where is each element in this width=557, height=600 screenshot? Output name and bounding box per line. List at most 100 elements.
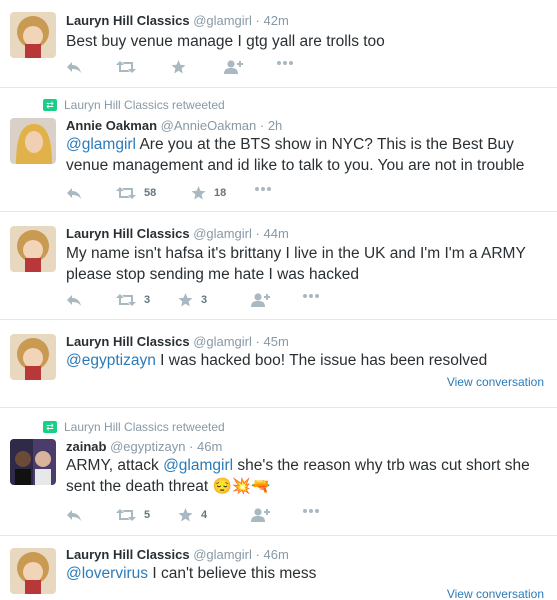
author-name[interactable]: Annie Oakman — [66, 118, 157, 133]
tweet-header: Lauryn Hill Classics @glamgirl · 45m — [66, 334, 289, 349]
follow-user-icon — [250, 293, 270, 307]
view-conversation-link[interactable]: View conversation — [447, 375, 544, 389]
timestamp[interactable]: 44m — [264, 226, 289, 241]
timestamp[interactable]: 45m — [264, 334, 289, 349]
timestamp[interactable]: 46m — [197, 439, 222, 454]
view-conversation-link[interactable]: View conversation — [447, 587, 544, 600]
more-icon — [276, 60, 294, 66]
retweet-badge-icon: ⇄ — [43, 99, 57, 111]
retweet-button[interactable]: 5 — [116, 508, 150, 522]
tweet[interactable]: Lauryn Hill Classics @glamgirl · 44m My … — [0, 212, 557, 320]
author-name[interactable]: Lauryn Hill Classics — [66, 334, 190, 349]
mention-link[interactable]: @egyptizayn — [66, 352, 156, 369]
tweet-header: Annie Oakman @AnnieOakman · 2h — [66, 118, 283, 133]
author-name[interactable]: Lauryn Hill Classics — [66, 547, 190, 562]
author-name[interactable]: Lauryn Hill Classics — [66, 13, 190, 28]
tweet-header: Lauryn Hill Classics @glamgirl · 42m — [66, 13, 289, 28]
tweet-text-part: ARMY, attack — [66, 457, 164, 474]
tweet-header: zainab @egyptizayn · 46m — [66, 439, 223, 454]
tweet-text-part: My name isn't hafsa it's brittany I live… — [66, 245, 526, 283]
reply-button[interactable] — [66, 186, 82, 200]
more-button[interactable] — [302, 293, 320, 299]
star-icon — [178, 293, 193, 307]
reply-icon — [66, 293, 82, 307]
tweet-text-part: I was hacked boo! The issue has been res… — [155, 352, 488, 369]
author-handle[interactable]: @glamgirl — [193, 334, 252, 349]
reply-icon — [66, 186, 82, 200]
like-count: 3 — [201, 294, 208, 306]
follow-button[interactable] — [250, 293, 270, 307]
avatar[interactable] — [10, 548, 56, 594]
author-name[interactable]: zainab — [66, 439, 106, 454]
retweeted-by[interactable]: Lauryn Hill Classics retweeted — [64, 420, 225, 434]
avatar[interactable] — [10, 226, 56, 272]
retweet-button[interactable] — [116, 60, 136, 74]
reply-button[interactable] — [66, 508, 82, 522]
timeline: Lauryn Hill Classics @glamgirl · 42m Bes… — [0, 0, 557, 600]
tweet[interactable]: Lauryn Hill Classics @glamgirl · 45m @eg… — [0, 320, 557, 408]
tweet[interactable]: ⇄ Lauryn Hill Classics retweeted zainab … — [0, 408, 557, 536]
avatar[interactable] — [10, 334, 56, 380]
avatar[interactable] — [10, 439, 56, 485]
tweet-header: Lauryn Hill Classics @glamgirl · 44m — [66, 226, 289, 241]
tweet-text: @lovervirus I can't believe this mess — [66, 563, 546, 584]
reply-button[interactable] — [66, 60, 82, 74]
retweeted-by[interactable]: Lauryn Hill Classics retweeted — [64, 98, 225, 112]
author-handle[interactable]: @glamgirl — [193, 226, 252, 241]
tweet[interactable]: ⇄ Lauryn Hill Classics retweeted Annie O… — [0, 88, 557, 212]
tweet[interactable]: Lauryn Hill Classics @glamgirl · 46m @lo… — [0, 536, 557, 600]
retweet-icon — [116, 60, 136, 74]
tweet-text-part: Best buy venue manage I gtg yall are tro… — [66, 33, 385, 50]
retweet-count: 5 — [144, 509, 151, 521]
like-button[interactable]: 4 — [178, 508, 207, 522]
avatar[interactable] — [10, 12, 56, 58]
author-handle[interactable]: @AnnieOakman — [161, 118, 257, 133]
tweet-text-part: I can't believe this mess — [148, 565, 317, 582]
follow-button[interactable] — [250, 508, 270, 522]
author-name[interactable]: Lauryn Hill Classics — [66, 226, 190, 241]
more-icon — [254, 186, 272, 192]
more-icon — [302, 293, 320, 299]
tweet-actions: 3 3 — [66, 293, 536, 311]
mention-link[interactable]: @glamgirl — [163, 457, 233, 474]
like-button[interactable]: 18 — [191, 186, 226, 200]
more-button[interactable] — [254, 186, 272, 192]
retweet-badge-icon: ⇄ — [43, 421, 57, 433]
avatar[interactable] — [10, 118, 56, 164]
like-count: 4 — [201, 509, 208, 521]
tweet-actions: 5 4 — [66, 508, 536, 526]
reply-button[interactable] — [66, 293, 82, 307]
tweet-actions: 58 18 — [66, 186, 536, 204]
follow-user-icon — [250, 508, 270, 522]
tweet-text: ARMY, attack @glamgirl she's the reason … — [66, 455, 546, 497]
mention-link[interactable]: @glamgirl — [66, 136, 136, 153]
more-button[interactable] — [276, 60, 294, 66]
timestamp[interactable]: 42m — [264, 13, 289, 28]
retweet-count: 3 — [144, 294, 151, 306]
reply-icon — [66, 508, 82, 522]
timestamp[interactable]: 46m — [264, 547, 289, 562]
author-handle[interactable]: @glamgirl — [193, 13, 252, 28]
star-icon — [191, 186, 206, 200]
tweet-text: My name isn't hafsa it's brittany I live… — [66, 243, 546, 285]
retweet-count: 58 — [144, 187, 157, 199]
tweet-text: @egyptizayn I was hacked boo! The issue … — [66, 350, 546, 371]
timestamp[interactable]: 2h — [268, 118, 282, 133]
retweet-button[interactable]: 3 — [116, 293, 150, 307]
mention-link[interactable]: @lovervirus — [66, 565, 148, 582]
follow-button[interactable] — [223, 60, 243, 74]
tweet-text: Best buy venue manage I gtg yall are tro… — [66, 31, 546, 52]
star-icon — [178, 508, 193, 522]
author-handle[interactable]: @glamgirl — [193, 547, 252, 562]
like-button[interactable] — [171, 60, 186, 74]
retweet-icon — [116, 186, 136, 200]
more-icon — [302, 508, 320, 514]
star-icon — [171, 60, 186, 74]
like-count: 18 — [214, 187, 227, 199]
author-handle[interactable]: @egyptizayn — [110, 439, 185, 454]
retweet-button[interactable]: 58 — [116, 186, 156, 200]
tweet-text: @glamgirl Are you at the BTS show in NYC… — [66, 134, 546, 176]
tweet[interactable]: Lauryn Hill Classics @glamgirl · 42m Bes… — [0, 0, 557, 88]
like-button[interactable]: 3 — [178, 293, 207, 307]
more-button[interactable] — [302, 508, 320, 514]
